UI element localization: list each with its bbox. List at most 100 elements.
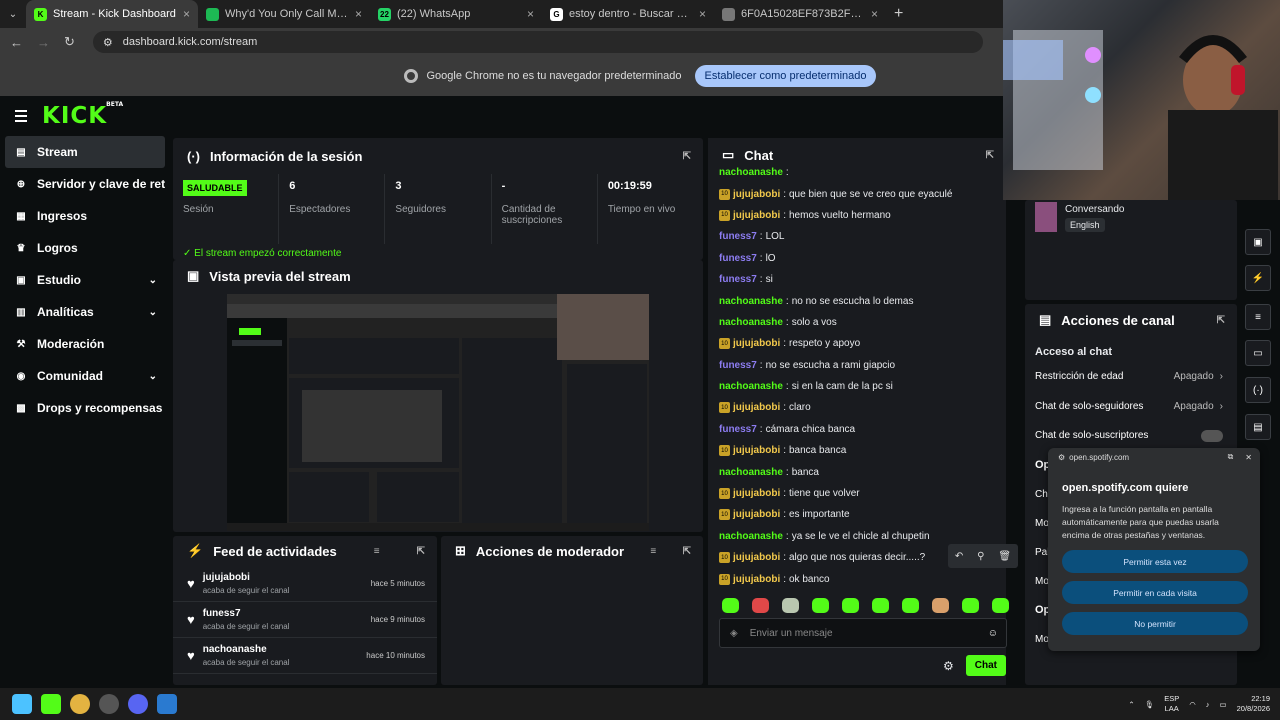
sidebar-item-community[interactable]: ◉ Comunidad ⌄ — [5, 360, 165, 392]
emote-icon[interactable] — [962, 598, 979, 613]
filter-icon[interactable]: ≡ — [374, 546, 380, 557]
chat-input[interactable]: ◈ Enviar un mensaje ☺ — [719, 618, 1007, 648]
chat-setting-row[interactable]: Chat de solo-seguidores Apagado › — [1025, 392, 1237, 422]
back-icon[interactable]: ← — [10, 35, 23, 50]
emote-icon[interactable] — [842, 598, 859, 613]
url-bar[interactable]: ⚙ dashboard.kick.com/stream — [92, 31, 983, 53]
chat-messages[interactable]: nachoanashe:10 jujujabobi: que bien que se… — [708, 162, 1006, 586]
chat-message[interactable]: 10 jujujabobi: banca banca — [719, 440, 1006, 461]
emoji-icon[interactable]: ☺ — [988, 628, 998, 639]
rail-list-icon[interactable]: ≡ — [1245, 304, 1271, 330]
chat-username[interactable]: jujujabobi — [733, 574, 780, 585]
allow-always-button[interactable]: Permitir en cada visita — [1062, 581, 1248, 604]
chat-username[interactable]: nachoanashe — [719, 381, 783, 392]
rail-chat-icon[interactable]: ▭ — [1245, 340, 1271, 366]
chat-message[interactable]: funess7: LOL — [719, 226, 1006, 247]
chat-message[interactable]: funess7: lO — [719, 248, 1006, 269]
allow-once-button[interactable]: Permitir esta vez — [1062, 550, 1248, 573]
emote-icon[interactable] — [872, 598, 889, 613]
feed-item[interactable]: ♥ nachoanashe acaba de seguir el canal hace… — [173, 638, 437, 674]
browser-tab[interactable]: Gestoy dentro - Buscar con Goog × — [542, 0, 714, 28]
chat-username[interactable]: funess7 — [719, 274, 757, 285]
language-indicator[interactable]: ESP LAA — [1164, 694, 1179, 714]
sidebar-item-income[interactable]: ▦ Ingresos — [5, 200, 165, 232]
tab-close-icon[interactable]: × — [871, 7, 878, 21]
emote-icon[interactable] — [902, 598, 919, 613]
rail-panel-icon[interactable]: ▤ — [1245, 414, 1271, 440]
rail-broadcast-icon[interactable]: (·) — [1245, 377, 1271, 403]
popout-icon[interactable]: ⇱ — [417, 546, 425, 557]
chat-message[interactable]: 10 jujujabobi: es importante — [719, 504, 1006, 525]
chat-username[interactable]: nachoanashe — [719, 467, 783, 478]
chat-message[interactable]: nachoanashe: banca — [719, 461, 1006, 482]
chat-message[interactable]: 10 jujujabobi: tiene que volver — [719, 483, 1006, 504]
tab-close-icon[interactable]: × — [355, 7, 362, 21]
chat-message[interactable]: 10 jujujabobi: claro — [719, 397, 1006, 418]
chat-message[interactable]: 10 jujujabobi: que bien que se ve creo que… — [719, 183, 1006, 204]
popout-icon[interactable]: ⇱ — [1217, 315, 1225, 326]
chrome-taskbar-icon[interactable] — [70, 694, 90, 714]
obs-taskbar-icon[interactable] — [99, 694, 119, 714]
open-icon[interactable]: ⧉ — [1228, 452, 1234, 462]
chat-message[interactable]: funess7: no se escucha a rami giapcio — [719, 355, 1006, 376]
chat-message[interactable]: nachoanashe: si en la cam de la pc si — [719, 376, 1006, 397]
chat-message[interactable]: nachoanashe: solo a vos — [719, 312, 1006, 333]
chat-username[interactable]: jujujabobi — [733, 509, 780, 520]
wifi-icon[interactable]: ◠ — [1189, 700, 1196, 709]
chat-message[interactable]: nachoanashe: — [719, 162, 1006, 183]
chat-username[interactable]: nachoanashe — [719, 531, 783, 542]
pin-icon[interactable]: ⚲ — [977, 551, 984, 562]
emote-icon[interactable] — [752, 598, 769, 613]
chat-message[interactable]: 10 jujujabobi: ok banco — [719, 568, 1006, 586]
feed-item[interactable]: ♥ jujujabobi acaba de seguir el canal hace … — [173, 566, 437, 602]
rail-bolt-icon[interactable]: ⚡ — [1245, 265, 1271, 291]
chat-username[interactable]: jujujabobi — [733, 210, 780, 221]
kick-logo[interactable]: KICK BETA — [42, 101, 123, 129]
tab-close-icon[interactable]: × — [183, 7, 190, 21]
sidebar-item-drops[interactable]: ▩ Drops y recompensas — [5, 392, 165, 424]
filter-icon[interactable]: ≡ — [650, 546, 656, 557]
chat-message[interactable]: nachoanashe: no no se escucha lo demas — [719, 290, 1006, 311]
clock[interactable]: 22:19 20/8/2026 — [1237, 694, 1270, 714]
browser-tab[interactable]: Why'd You Only Call Me W × — [198, 0, 370, 28]
sidebar-item-analytics[interactable]: ▥ Analíticas ⌄ — [5, 296, 165, 328]
chat-username[interactable]: nachoanashe — [719, 296, 783, 307]
chat-username[interactable]: jujujabobi — [733, 402, 780, 413]
chat-username[interactable]: funess7 — [719, 253, 757, 264]
feed-item[interactable]: ♥ funess7 acaba de seguir el canal hace 9 m… — [173, 602, 437, 638]
tab-close-icon[interactable]: × — [527, 7, 534, 21]
emote-icon[interactable] — [782, 598, 799, 613]
tab-search-icon[interactable]: ⌄ — [0, 0, 26, 28]
chat-username[interactable]: jujujabobi — [733, 488, 780, 499]
popout-icon[interactable]: ⇱ — [683, 546, 691, 557]
chat-message[interactable]: funess7: cámara chica banca — [719, 419, 1006, 440]
delete-icon[interactable]: 🗑 — [998, 551, 1011, 562]
chat-username[interactable]: jujujabobi — [733, 338, 780, 349]
emote-icon[interactable] — [992, 598, 1009, 613]
chat-username[interactable]: nachoanashe — [719, 317, 783, 328]
popout-icon[interactable]: ⇱ — [986, 150, 994, 161]
stream-preview-video[interactable] — [227, 294, 649, 531]
emote-icon[interactable] — [722, 598, 739, 613]
discord-taskbar-icon[interactable] — [128, 694, 148, 714]
chat-username[interactable]: funess7 — [719, 231, 757, 242]
chat-username[interactable]: jujujabobi — [733, 189, 780, 200]
reload-icon[interactable]: ↻ — [64, 34, 75, 50]
tab-close-icon[interactable]: × — [699, 7, 706, 21]
send-chat-button[interactable]: Chat — [965, 655, 1006, 676]
battery-icon[interactable]: ▭ — [1220, 700, 1227, 709]
sidebar-item-stream[interactable]: ▤ Stream — [5, 136, 165, 168]
sidebar-item-studio[interactable]: ▣ Estudio ⌄ — [5, 264, 165, 296]
set-default-button[interactable]: Establecer como predeterminado — [695, 65, 876, 87]
sidebar-item-server[interactable]: ⊕ Servidor y clave de retransmisión — [5, 168, 165, 200]
chat-setting-row[interactable]: Restricción de edad Apagado › — [1025, 362, 1237, 392]
tray-chevron-icon[interactable]: ⌃ — [1128, 700, 1134, 709]
popout-icon[interactable]: ⇱ — [683, 151, 691, 162]
volume-icon[interactable]: ♪ — [1206, 700, 1210, 709]
settings-icon[interactable]: ⚙ — [943, 659, 954, 673]
deny-button[interactable]: No permitir — [1062, 612, 1248, 635]
sidebar-item-moderation[interactable]: ⚒ Moderación — [5, 328, 165, 360]
forward-icon[interactable]: → — [37, 35, 50, 50]
chat-username[interactable]: nachoanashe — [719, 167, 783, 178]
app-taskbar-icon[interactable] — [157, 694, 177, 714]
